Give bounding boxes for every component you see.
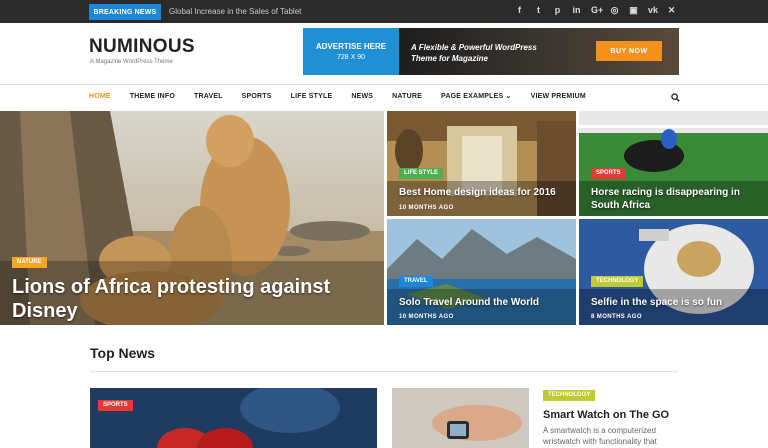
tile-category-badge[interactable]: TECHNOLOGY (591, 276, 644, 287)
top-news-card-image[interactable] (392, 388, 529, 448)
header-divider (0, 84, 768, 85)
card-category-badge[interactable]: TECHNOLOGY (543, 390, 596, 401)
nav-item-travel[interactable]: TRAVEL (194, 91, 223, 103)
vk-icon[interactable]: vk (648, 3, 658, 17)
breaking-news-label: BREAKING NEWS (89, 4, 161, 20)
tile-title[interactable]: Selfie in the space is so fun (591, 296, 761, 309)
ad-headline: A Flexible & Powerful WordPress Theme fo… (411, 42, 561, 64)
section-divider (90, 371, 678, 372)
search-icon[interactable] (671, 93, 680, 102)
advertisement-banner[interactable]: ADVERTISE HERE 728 X 90 A Flexible & Pow… (303, 28, 679, 75)
card-category-badge[interactable]: SPORTS (98, 400, 133, 411)
tile-category-badge[interactable]: LIFE STYLE (399, 168, 444, 179)
card-excerpt: A smartwatch is a computerized wristwatc… (543, 426, 657, 446)
card-image-sports (90, 388, 377, 448)
site-tagline: A Magazine WordPress Theme (90, 59, 173, 65)
tile-category-badge[interactable]: TRAVEL (399, 276, 433, 287)
googleplus-icon[interactable]: G+ (591, 3, 603, 17)
top-bar: BREAKING NEWS Global Increase in the Sal… (0, 0, 768, 23)
ad-label-title: ADVERTISE HERE (315, 42, 387, 51)
top-news-card[interactable]: SPORTS (90, 388, 377, 448)
tile-image-travel-fjord (387, 219, 576, 325)
tile-date: 8 MONTHS AGO (591, 314, 642, 320)
tile-title[interactable]: Solo Travel Around the World (399, 296, 569, 309)
hero-category-badge[interactable]: NATURE (12, 257, 47, 268)
ad-headline-line2: Theme for Magazine (411, 54, 488, 63)
twitter-icon[interactable]: t (534, 3, 543, 17)
featured-tile[interactable]: TECHNOLOGY Selfie in the space is so fun… (579, 219, 768, 325)
card-title[interactable]: Smart Watch on The GO (543, 409, 669, 421)
buy-now-button[interactable]: BUY NOW (596, 41, 662, 61)
site-logo[interactable]: NUMINOUS (89, 36, 195, 58)
nav-item-theme-info[interactable]: THEME INFO (130, 91, 175, 103)
top-news-heading: Top News (90, 345, 156, 361)
ad-label-box: ADVERTISE HERE 728 X 90 (303, 28, 399, 75)
tile-title[interactable]: Horse racing is disappearing in South Af… (591, 186, 761, 212)
linkedin-icon[interactable]: in (572, 3, 581, 17)
pinterest-icon[interactable]: p (553, 3, 562, 17)
social-links: f t p in G+ ◎ ▣ vk ✕ (515, 3, 676, 17)
tile-title[interactable]: Best Home design ideas for 2016 (399, 186, 569, 199)
nav-item-page-examples[interactable]: PAGE EXAMPLES ⌄ (441, 91, 512, 103)
featured-tile[interactable]: TRAVEL Solo Travel Around the World 10 M… (387, 219, 576, 325)
ad-label-size: 728 X 90 (336, 54, 366, 61)
tile-category-badge[interactable]: SPORTS (591, 168, 626, 179)
hero-title[interactable]: Lions of Africa protesting against Disne… (12, 275, 362, 323)
ad-headline-line1: A Flexible & Powerful WordPress (411, 43, 537, 52)
tile-image-home-design (387, 111, 576, 216)
tile-image-astronaut (579, 219, 768, 325)
nav-item-home[interactable]: HOME (89, 91, 111, 103)
nav-item-news[interactable]: NEWS (351, 91, 373, 103)
tile-date: 10 MONTHS AGO (399, 314, 454, 320)
featured-tile[interactable]: LIFE STYLE Best Home design ideas for 20… (387, 111, 576, 216)
xing-icon[interactable]: ✕ (667, 3, 676, 17)
nav-item-life-style[interactable]: LIFE STYLE (291, 91, 333, 103)
featured-tile[interactable]: SPORTS Horse racing is disappearing in S… (579, 111, 768, 216)
breaking-news-ticker[interactable]: Global Increase in the Sales of Tablet (169, 5, 301, 19)
nav-item-nature[interactable]: NATURE (392, 91, 422, 103)
instagram-icon[interactable]: ◎ (610, 3, 619, 17)
nav-item-sports[interactable]: SPORTS (242, 91, 272, 103)
card-image-smartwatch (392, 388, 529, 448)
main-nav: HOME THEME INFO TRAVEL SPORTS LIFE STYLE… (89, 91, 605, 103)
hero-featured-post[interactable]: NATURE Lions of Africa protesting agains… (0, 111, 384, 325)
tile-date: 10 MONTHS AGO (399, 205, 454, 211)
nav-item-view-premium[interactable]: VIEW PREMIUM (531, 91, 586, 103)
facebook-icon[interactable]: f (515, 3, 524, 17)
youtube-icon[interactable]: ▣ (629, 3, 638, 17)
